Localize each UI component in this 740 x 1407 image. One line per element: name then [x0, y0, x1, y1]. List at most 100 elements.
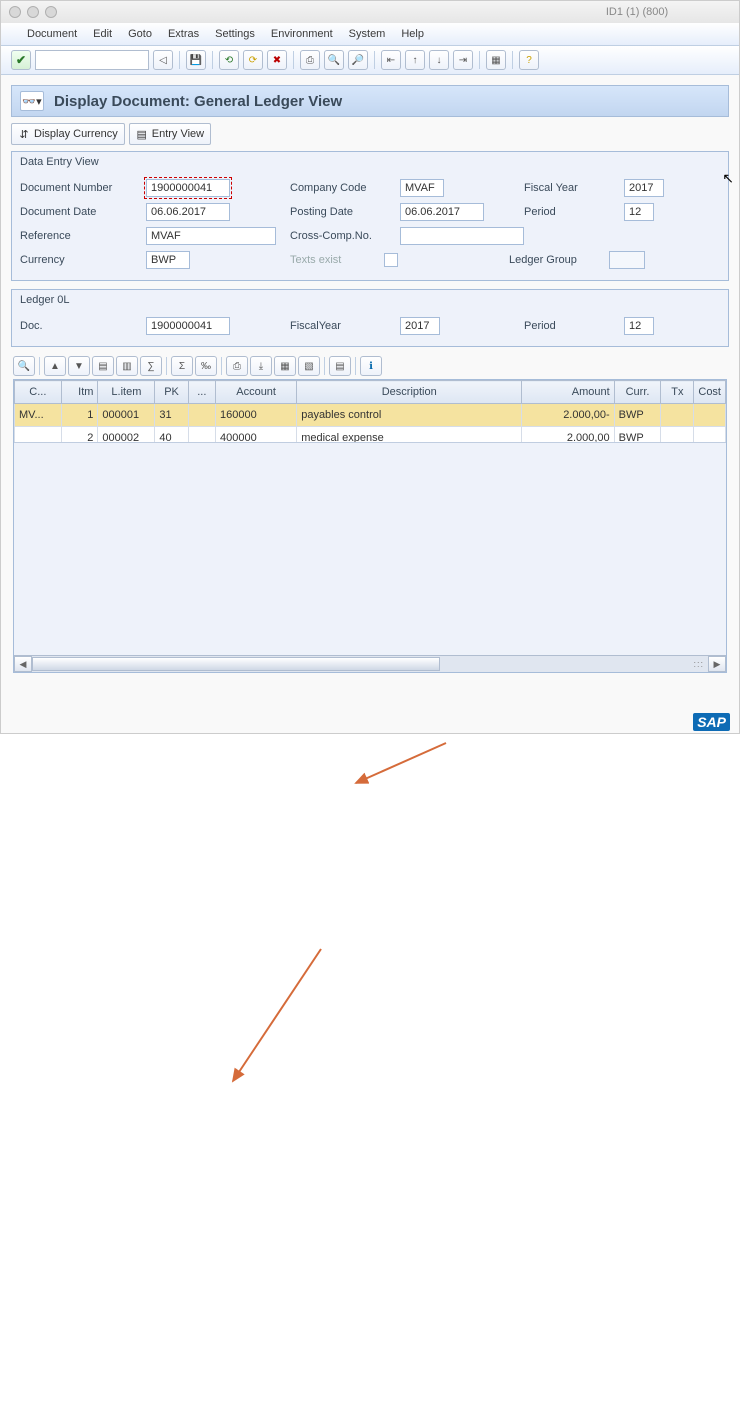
field-doc-date[interactable]: 06.06.2017 — [146, 203, 230, 221]
export-icon[interactable]: ⤓ — [250, 356, 272, 376]
col-tx[interactable]: Tx — [661, 381, 694, 404]
field-posting[interactable]: 06.06.2017 — [400, 203, 484, 221]
menu-edit[interactable]: Edit — [93, 28, 112, 40]
col-itm[interactable]: Itm — [61, 381, 98, 404]
field-ledger-period[interactable]: 12 — [624, 317, 654, 335]
excel-icon[interactable]: ▦ — [274, 356, 296, 376]
info-icon[interactable]: ℹ — [360, 356, 382, 376]
field-doc-no[interactable]: 1900000041 — [146, 179, 230, 197]
traffic-min-icon[interactable] — [27, 6, 39, 18]
field-currency[interactable]: BWP — [146, 251, 190, 269]
menu-extras[interactable]: Extras — [168, 28, 199, 40]
col-curr[interactable]: Curr. — [614, 381, 661, 404]
grid-empty-area — [14, 442, 726, 672]
cell-c: MV... — [15, 404, 62, 427]
new-session-icon[interactable]: ▦ — [486, 50, 506, 70]
window-id: ID1 (1) (800) — [126, 6, 668, 18]
sum-icon[interactable]: Σ — [171, 356, 193, 376]
prev-page-icon[interactable]: ↑ — [405, 50, 425, 70]
col-litem[interactable]: L.item — [98, 381, 155, 404]
filter-icon[interactable]: ▤ — [92, 356, 114, 376]
col-c[interactable]: C... — [15, 381, 62, 404]
cell-litem: 000001 — [98, 404, 155, 427]
dropdown-icon[interactable]: ◁ — [153, 50, 173, 70]
page-title: Display Document: General Ledger View — [54, 93, 342, 110]
lbl-ledger-fiscal: FiscalYear — [290, 320, 400, 332]
exit-icon[interactable]: ⟳ — [243, 50, 263, 70]
layout-icon[interactable]: ▤ — [329, 356, 351, 376]
field-company[interactable]: MVAF — [400, 179, 444, 197]
mouse-cursor-icon: ↖ — [722, 170, 734, 187]
col-s[interactable]: ... — [188, 381, 215, 404]
field-ledger-group — [609, 251, 645, 269]
field-reference[interactable]: MVAF — [146, 227, 276, 245]
scroll-left-icon[interactable]: ◀ — [14, 656, 32, 672]
lbl-period: Period — [524, 206, 624, 218]
table-row[interactable]: MV... 1 000001 31 160000 payables contro… — [15, 404, 726, 427]
cancel-icon[interactable]: ✖ — [267, 50, 287, 70]
texts-exist-checkbox[interactable] — [384, 253, 398, 267]
col-cost[interactable]: Cost — [694, 381, 726, 404]
glasses-icon[interactable]: 👓▾ — [20, 91, 44, 111]
last-page-icon[interactable]: ⇥ — [453, 50, 473, 70]
grid-toolbar: 🔍 ▲ ▼ ▤ ▥ ∑ Σ ‰ ⎙ ⤓ ▦ ▧ ▤ ℹ — [13, 355, 727, 377]
chart-icon[interactable]: ▧ — [298, 356, 320, 376]
field-period[interactable]: 12 — [624, 203, 654, 221]
cell-s — [188, 404, 215, 427]
field-ledger-fiscal[interactable]: 2017 — [400, 317, 440, 335]
traffic-max-icon[interactable] — [45, 6, 57, 18]
display-currency-label: Display Currency — [34, 128, 118, 140]
menu-settings[interactable]: Settings — [215, 28, 255, 40]
menu-bar: Document Edit Goto Extras Settings Envir… — [1, 23, 739, 46]
next-page-icon[interactable]: ↓ — [429, 50, 449, 70]
ledger-panel: Ledger 0L Doc. 1900000041 FiscalYear 201… — [11, 289, 729, 347]
scroll-right-icon[interactable]: ▶ — [708, 656, 726, 672]
field-ledger-doc[interactable]: 1900000041 — [146, 317, 230, 335]
lbl-cross: Cross-Comp.No. — [290, 230, 400, 242]
menu-goto[interactable]: Goto — [128, 28, 152, 40]
first-page-icon[interactable]: ⇤ — [381, 50, 401, 70]
sap-logo: SAP — [693, 714, 730, 730]
menu-system[interactable]: System — [349, 28, 386, 40]
find-icon[interactable]: 🔍 — [324, 50, 344, 70]
data-entry-panel: Data Entry View Document Number 19000000… — [11, 151, 729, 281]
field-cross[interactable] — [400, 227, 524, 245]
print-icon[interactable]: ⎙ — [300, 50, 320, 70]
print-grid-icon[interactable]: ⎙ — [226, 356, 248, 376]
col-account[interactable]: Account — [216, 381, 297, 404]
cell-curr: BWP — [614, 404, 661, 427]
display-currency-button[interactable]: ⇵ Display Currency — [11, 123, 125, 145]
sort-asc-icon[interactable]: ▲ — [44, 356, 66, 376]
subtotal-icon[interactable]: ‰ — [195, 356, 217, 376]
col-desc[interactable]: Description — [297, 381, 522, 404]
save-icon[interactable]: 💾 — [186, 50, 206, 70]
lbl-ledger-group: Ledger Group — [509, 254, 609, 266]
menu-environment[interactable]: Environment — [271, 28, 333, 40]
lbl-ledger-doc: Doc. — [20, 320, 146, 332]
cell-cost — [694, 404, 726, 427]
enter-icon[interactable]: ✔ — [11, 50, 31, 70]
menu-document[interactable]: Document — [27, 28, 77, 40]
total-icon[interactable]: ∑ — [140, 356, 162, 376]
menu-help[interactable]: Help — [401, 28, 424, 40]
details-icon[interactable]: 🔍 — [13, 356, 35, 376]
sort-desc-icon[interactable]: ▼ — [68, 356, 90, 376]
back-icon[interactable]: ⟲ — [219, 50, 239, 70]
col-amount[interactable]: Amount — [522, 381, 614, 404]
field-fiscal[interactable]: 2017 — [624, 179, 664, 197]
document-icon: ▤ — [136, 128, 148, 140]
help-icon[interactable]: ? — [519, 50, 539, 70]
filter-clear-icon[interactable]: ▥ — [116, 356, 138, 376]
lbl-reference: Reference — [20, 230, 146, 242]
traffic-close-icon[interactable] — [9, 6, 21, 18]
horizontal-scrollbar[interactable]: ◀ ::: ▶ — [14, 655, 726, 672]
lbl-currency: Currency — [20, 254, 146, 266]
window-titlebar: ID1 (1) (800) — [1, 1, 739, 23]
entry-view-button[interactable]: ▤ Entry View — [129, 123, 211, 145]
lbl-fiscal: Fiscal Year — [524, 182, 624, 194]
ledger-title: Ledger 0L — [12, 290, 728, 310]
col-pk[interactable]: PK — [155, 381, 188, 404]
find-next-icon[interactable]: 🔎 — [348, 50, 368, 70]
lbl-posting: Posting Date — [290, 206, 400, 218]
command-field[interactable] — [35, 50, 149, 70]
